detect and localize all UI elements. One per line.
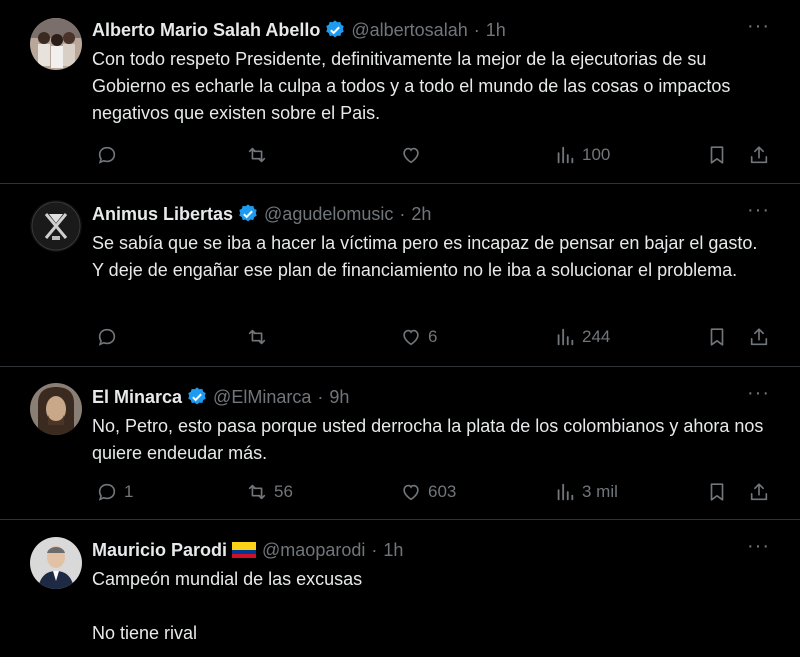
retweet-icon <box>248 484 266 500</box>
timestamp[interactable]: 9h <box>329 384 349 410</box>
avatar[interactable] <box>30 383 82 435</box>
more-icon[interactable]: ··· <box>747 16 770 36</box>
avatar-photo <box>30 383 82 435</box>
display-name[interactable]: Alberto Mario Salah Abello <box>92 17 320 43</box>
like-icon <box>403 329 419 346</box>
views-icon <box>557 483 574 501</box>
tweet-albertosalah[interactable]: Alberto Mario Salah Abello @albertosalah… <box>0 0 800 184</box>
tweet-elminarca[interactable]: El Minarca @ElMinarca · 9h ··· No, Petro… <box>0 367 800 520</box>
share-button[interactable] <box>748 323 770 351</box>
separator-dot: · <box>473 20 480 40</box>
more-icon[interactable]: ··· <box>747 536 770 556</box>
reply-button[interactable] <box>96 141 124 169</box>
bookmark-button[interactable] <box>706 323 728 351</box>
reply-count: 1 <box>124 482 134 501</box>
user-handle[interactable]: @maoparodi <box>262 537 365 563</box>
bookmark-button[interactable] <box>706 141 728 169</box>
share-icon <box>750 483 768 501</box>
like-button[interactable]: 6 <box>400 323 437 351</box>
views-count: 100 <box>582 145 611 164</box>
user-handle[interactable]: @albertosalah <box>351 17 467 43</box>
display-name[interactable]: El Minarca <box>92 384 182 410</box>
views-icon <box>557 328 574 346</box>
retweet-button[interactable]: 56 <box>246 478 293 506</box>
like-count: 6 <box>428 327 438 346</box>
timestamp[interactable]: 2h <box>411 201 431 227</box>
tweet-text: Con todo respeto Presidente, definitivam… <box>92 49 736 123</box>
reply-icon <box>98 483 116 501</box>
share-icon <box>750 146 768 164</box>
display-name[interactable]: Mauricio Parodi <box>92 537 227 563</box>
share-icon <box>750 328 768 346</box>
tweet-header: El Minarca @ElMinarca · 9h <box>92 384 349 410</box>
like-icon <box>403 147 419 164</box>
retweet-button[interactable] <box>246 141 274 169</box>
action-bar: 1 56 603 3 mil <box>92 478 782 506</box>
colombia-flag-icon <box>232 542 257 558</box>
separator-dot: · <box>371 540 378 560</box>
separator-dot: · <box>399 204 406 224</box>
tweet-text: Campeón mundial de las excusas No tiene … <box>92 569 363 643</box>
timestamp[interactable]: 1h <box>486 17 506 43</box>
reply-icon <box>98 328 116 346</box>
views-button[interactable]: 244 <box>554 323 610 351</box>
reply-icon <box>98 146 116 164</box>
separator-dot: · <box>317 387 324 407</box>
verified-badge-icon <box>326 20 345 38</box>
timestamp[interactable]: 1h <box>383 537 403 563</box>
avatar-logo <box>30 200 82 252</box>
tweet-agudelomusic[interactable]: Animus Libertas @agudelomusic · 2h ··· S… <box>0 184 800 367</box>
share-button[interactable] <box>748 141 770 169</box>
views-button[interactable]: 3 mil <box>554 478 618 506</box>
verified-badge-icon <box>188 387 206 405</box>
tweet-header: Alberto Mario Salah Abello @albertosalah… <box>92 17 506 43</box>
action-bar: 6 244 <box>92 323 782 351</box>
views-count: 244 <box>582 327 611 346</box>
user-handle[interactable]: @agudelomusic <box>264 201 393 227</box>
like-count: 603 <box>428 482 457 501</box>
avatar[interactable] <box>30 537 82 589</box>
bookmark-icon <box>710 328 724 346</box>
retweet-icon <box>248 329 266 345</box>
avatar[interactable] <box>30 18 82 70</box>
more-icon[interactable]: ··· <box>747 383 770 403</box>
bookmark-button[interactable] <box>706 478 728 506</box>
avatar-photo <box>30 18 82 70</box>
avatar-photo <box>30 537 82 589</box>
verified-badge-icon <box>239 204 257 222</box>
tweet-header: Animus Libertas @agudelomusic · 2h <box>92 201 431 227</box>
bookmark-icon <box>710 483 724 501</box>
retweet-icon <box>248 147 266 163</box>
avatar[interactable] <box>30 200 82 252</box>
reply-button[interactable]: 1 <box>96 478 133 506</box>
share-button[interactable] <box>748 478 770 506</box>
retweet-button[interactable] <box>246 323 274 351</box>
views-icon <box>557 146 574 164</box>
tweet-text: No, Petro, esto pasa porque usted derroc… <box>92 416 769 463</box>
views-count: 3 mil <box>582 482 618 501</box>
tweet-text: Se sabía que se iba a hacer la víctima p… <box>92 233 763 280</box>
bookmark-icon <box>710 146 724 164</box>
action-bar: 100 <box>92 141 782 169</box>
reply-button[interactable] <box>96 323 124 351</box>
like-icon <box>403 484 419 501</box>
views-button[interactable]: 100 <box>554 141 610 169</box>
retweet-count: 56 <box>274 482 293 501</box>
like-button[interactable] <box>400 141 428 169</box>
display-name[interactable]: Animus Libertas <box>92 201 233 227</box>
user-handle[interactable]: @ElMinarca <box>213 384 311 410</box>
like-button[interactable]: 603 <box>400 478 456 506</box>
tweet-header: Mauricio Parodi @maoparodi · 1h <box>92 537 403 563</box>
tweet-maoparodi[interactable]: Mauricio Parodi @maoparodi · 1h ··· Camp… <box>0 520 800 657</box>
more-icon[interactable]: ··· <box>747 200 770 220</box>
